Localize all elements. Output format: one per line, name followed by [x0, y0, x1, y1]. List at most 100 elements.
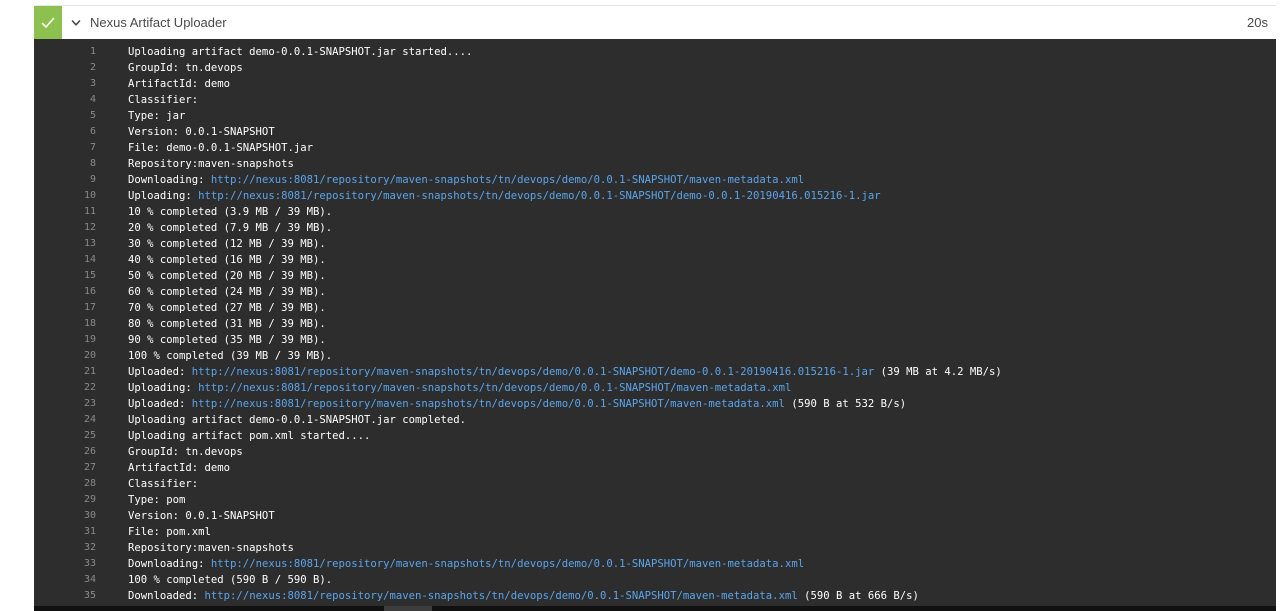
transfer-stats: (590 B at 666 B/s) [797, 590, 919, 602]
horizontal-scrollbar[interactable] [34, 606, 1276, 611]
line-number-link[interactable]: 9 [34, 172, 96, 188]
scrollbar-thumb[interactable] [384, 606, 432, 611]
line-number-link[interactable]: 25 [34, 428, 96, 444]
line-number-link[interactable]: 30 [34, 508, 96, 524]
artifact-url-link[interactable]: http://nexus:8081/repository/maven-snaps… [205, 590, 798, 602]
line-number-link[interactable]: 29 [34, 492, 96, 508]
line-number-link[interactable]: 23 [34, 396, 96, 412]
log-text: Uploading artifact demo-0.0.1-SNAPSHOT.j… [128, 414, 467, 426]
log-line: 33 Downloading: http://nexus:8081/reposit… [34, 556, 1276, 572]
step-title[interactable]: Nexus Artifact Uploader [90, 6, 227, 39]
log-line: 14 40 % completed (16 MB / 39 MB). [34, 252, 1276, 268]
artifact-url-link[interactable]: http://nexus:8081/repository/maven-snaps… [211, 174, 804, 186]
log-text: 100 % completed (590 B / 590 B). [128, 574, 333, 586]
log-text: Uploaded: [128, 398, 192, 410]
line-number-link[interactable]: 20 [34, 348, 96, 364]
log-text: 80 % completed (31 MB / 39 MB). [128, 318, 326, 330]
line-number-link[interactable]: 3 [34, 76, 96, 92]
chevron-down-icon[interactable] [71, 19, 81, 27]
artifact-url-link[interactable]: http://nexus:8081/repository/maven-snaps… [192, 398, 785, 410]
line-number-link[interactable]: 18 [34, 316, 96, 332]
line-number-link[interactable]: 15 [34, 268, 96, 284]
log-line: 28 Classifier: [34, 476, 1276, 492]
log-line-text: 10 % completed (3.9 MB / 39 MB). [128, 204, 332, 220]
log-line: 7 File: demo-0.0.1-SNAPSHOT.jar [34, 140, 1276, 156]
log-line: 4 Classifier: [34, 92, 1276, 108]
log-line: 16 60 % completed (24 MB / 39 MB). [34, 284, 1276, 300]
log-line: 12 20 % completed (7.9 MB / 39 MB). [34, 220, 1276, 236]
line-number-link[interactable]: 5 [34, 108, 96, 124]
artifact-url-link[interactable]: http://nexus:8081/repository/maven-snaps… [198, 382, 791, 394]
log-line-text: Repository:maven-snapshots [128, 156, 294, 172]
line-number-link[interactable]: 1 [34, 44, 96, 60]
line-number-link[interactable]: 4 [34, 92, 96, 108]
line-number-link[interactable]: 34 [34, 572, 96, 588]
log-line: 9 Downloading: http://nexus:8081/reposito… [34, 172, 1276, 188]
log-line-text: 80 % completed (31 MB / 39 MB). [128, 316, 326, 332]
log-text: Uploading: [128, 382, 199, 394]
line-number-link[interactable]: 10 [34, 188, 96, 204]
line-number-link[interactable]: 32 [34, 540, 96, 556]
artifact-url-link[interactable]: http://nexus:8081/repository/maven-snaps… [198, 190, 880, 202]
log-text: 40 % completed (16 MB / 39 MB). [128, 254, 326, 266]
line-number-link[interactable]: 22 [34, 380, 96, 396]
line-number-link[interactable]: 2 [34, 60, 96, 76]
log-line-text: Classifier: [128, 476, 198, 492]
log-line: 10 Uploading: http://nexus:8081/repositor… [34, 188, 1276, 204]
transfer-stats: (590 B at 532 B/s) [784, 398, 907, 410]
log-line: 3 ArtifactId: demo [34, 76, 1276, 92]
step-header[interactable]: Nexus Artifact Uploader 20s [34, 5, 1276, 40]
log-line-text: 30 % completed (12 MB / 39 MB). [128, 236, 326, 252]
line-number-link[interactable]: 28 [34, 476, 96, 492]
log-line: 6 Version: 0.0.1-SNAPSHOT [34, 124, 1276, 140]
line-number-link[interactable]: 6 [34, 124, 96, 140]
log-line: 29 Type: pom [34, 492, 1276, 508]
log-line: 27 ArtifactId: demo [34, 460, 1276, 476]
line-number-link[interactable]: 31 [34, 524, 96, 540]
console-log[interactable]: 1 Uploading artifact demo-0.0.1-SNAPSHOT.… [34, 39, 1276, 609]
log-line: 24 Uploading artifact demo-0.0.1-SNAPSHOT… [34, 412, 1276, 428]
log-text: 10 % completed (3.9 MB / 39 MB). [128, 206, 333, 218]
log-line: 32 Repository:maven-snapshots [34, 540, 1276, 556]
line-number-link[interactable]: 21 [34, 364, 96, 380]
log-line-text: Uploading artifact demo-0.0.1-SNAPSHOT.j… [128, 44, 472, 60]
log-line-text: Type: pom [128, 492, 185, 508]
log-line-text: 50 % completed (20 MB / 39 MB). [128, 268, 326, 284]
line-number-link[interactable]: 33 [34, 556, 96, 572]
line-number-link[interactable]: 11 [34, 204, 96, 220]
log-text: GroupId: tn.devops [128, 446, 243, 458]
log-line: 22 Uploading: http://nexus:8081/repositor… [34, 380, 1276, 396]
artifact-url-link[interactable]: http://nexus:8081/repository/maven-snaps… [192, 366, 874, 378]
line-number-link[interactable]: 7 [34, 140, 96, 156]
line-number-link[interactable]: 13 [34, 236, 96, 252]
log-line: 30 Version: 0.0.1-SNAPSHOT [34, 508, 1276, 524]
log-line-text: File: pom.xml [128, 524, 211, 540]
log-text: GroupId: tn.devops [128, 62, 243, 74]
line-number-link[interactable]: 8 [34, 156, 96, 172]
log-text: Uploading: [128, 190, 199, 202]
log-line: 20 100 % completed (39 MB / 39 MB). [34, 348, 1276, 364]
log-line-text: Uploading: http://nexus:8081/repository/… [128, 188, 881, 204]
log-line: 11 10 % completed (3.9 MB / 39 MB). [34, 204, 1276, 220]
log-line-text: Classifier: [128, 92, 198, 108]
line-number-link[interactable]: 24 [34, 412, 96, 428]
log-text: ArtifactId: demo [128, 462, 231, 474]
log-line: 17 70 % completed (27 MB / 39 MB). [34, 300, 1276, 316]
line-number-link[interactable]: 14 [34, 252, 96, 268]
line-number-link[interactable]: 12 [34, 220, 96, 236]
line-number-link[interactable]: 27 [34, 460, 96, 476]
line-number-link[interactable]: 26 [34, 444, 96, 460]
log-line-text: Downloaded: http://nexus:8081/repository… [128, 588, 919, 604]
log-line: 21 Uploaded: http://nexus:8081/repository… [34, 364, 1276, 380]
log-line: 5 Type: jar [34, 108, 1276, 124]
line-number-link[interactable]: 19 [34, 332, 96, 348]
log-line-text: 90 % completed (35 MB / 39 MB). [128, 332, 326, 348]
log-text: 90 % completed (35 MB / 39 MB). [128, 334, 326, 346]
log-line-text: File: demo-0.0.1-SNAPSHOT.jar [128, 140, 313, 156]
line-number-link[interactable]: 17 [34, 300, 96, 316]
log-line: 13 30 % completed (12 MB / 39 MB). [34, 236, 1276, 252]
log-line-text: 100 % completed (590 B / 590 B). [128, 572, 332, 588]
line-number-link[interactable]: 16 [34, 284, 96, 300]
artifact-url-link[interactable]: http://nexus:8081/repository/maven-snaps… [211, 558, 804, 570]
line-number-link[interactable]: 35 [34, 588, 96, 604]
